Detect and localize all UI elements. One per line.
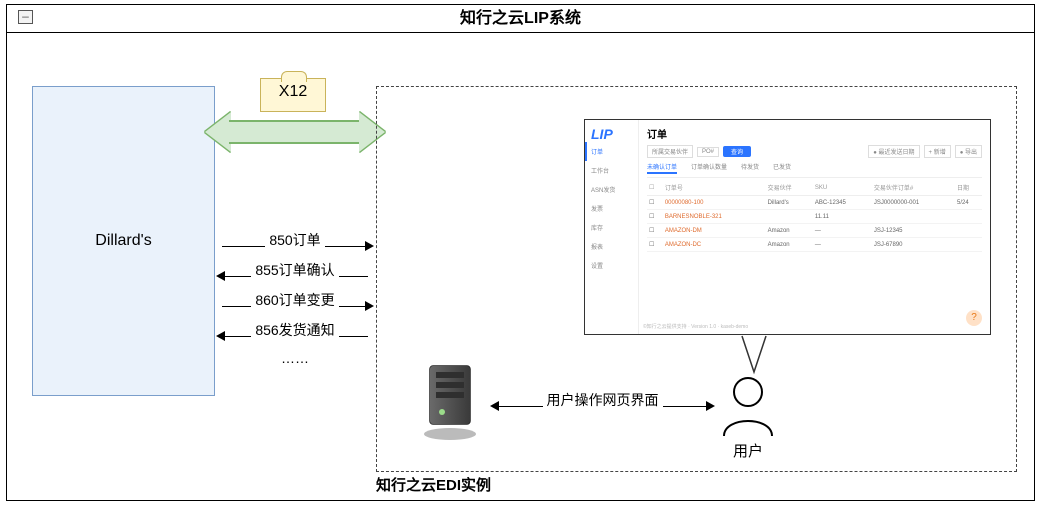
nav-item-3[interactable]: 发票	[585, 199, 638, 218]
search-button[interactable]: 查询	[723, 146, 751, 157]
tab-1[interactable]: 订单确认数量	[691, 162, 727, 174]
export-chip[interactable]: ● 导出	[955, 145, 982, 158]
user-label: 用户	[718, 440, 778, 461]
app-main: 订单 所属交易伙伴 PO# 查询 ● 最近发送日期 + 新增 ● 导出 未确认订…	[639, 120, 990, 334]
flow-856-label: 856发货通知	[251, 322, 338, 338]
nav-item-6[interactable]: 设置	[585, 256, 638, 275]
flow-856: 856发货通知	[216, 328, 374, 346]
tab-0[interactable]: 未确认订单	[647, 162, 677, 174]
orders-table: ☐订单号交易伙伴SKU交易伙伴订单#日期 ☐00000080-100Dillar…	[647, 180, 982, 252]
flow-850: 850订单	[216, 238, 374, 256]
flow-855-label: 855订单确认	[251, 262, 338, 278]
table-row[interactable]: ☐00000080-100Dillard'sABC-12345JSJ000000…	[647, 196, 982, 210]
edi-instance-label: 知行之云EDI实例	[376, 474, 576, 495]
col-header: 交易伙伴订单#	[872, 180, 955, 196]
user-icon	[718, 374, 778, 438]
server-icon	[422, 362, 486, 442]
app-footer-note: ©知行之云提供支持 · Version 1.0 · kaseb-demo	[643, 324, 748, 330]
flow-ellipsis: ……	[216, 350, 374, 366]
col-header: 日期	[955, 180, 982, 196]
nav-item-4[interactable]: 库存	[585, 218, 638, 237]
date-chip[interactable]: ● 最近发送日期	[868, 145, 919, 158]
app-logo: LIP	[585, 126, 638, 142]
partner-box: Dillard's	[32, 86, 215, 396]
server-user-connector: 用户操作网页界面	[490, 398, 715, 416]
col-header: 订单号	[663, 180, 766, 196]
partner-label: Dillard's	[95, 232, 151, 250]
nav-item-0[interactable]: 订单	[585, 142, 638, 161]
lip-app-window: LIP 订单工作台ASN发货发票库存报表设置 订单 所属交易伙伴 PO# 查询 …	[584, 119, 991, 335]
app-page-title: 订单	[647, 126, 982, 141]
tab-3[interactable]: 已发货	[773, 162, 791, 174]
connection-arrow	[205, 112, 385, 152]
diagram-title: 知行之云LIP系统	[7, 5, 1034, 33]
server-user-label: 用户操作网页界面	[543, 392, 663, 408]
x12-tag: X12	[260, 78, 326, 112]
nav-item-2[interactable]: ASN发货	[585, 180, 638, 199]
partner-dropdown[interactable]: 所属交易伙伴	[647, 145, 693, 158]
nav-item-5[interactable]: 报表	[585, 237, 638, 256]
col-header: SKU	[813, 180, 872, 196]
flow-850-label: 850订单	[265, 232, 324, 248]
table-row[interactable]: ☐BARNESNOBLE-32111.11	[647, 210, 982, 224]
nav-item-1[interactable]: 工作台	[585, 161, 638, 180]
col-header: 交易伙伴	[766, 180, 813, 196]
app-tabs: 未确认订单 订单确认数量 待发货 已发货	[647, 162, 982, 178]
table-row[interactable]: ☐AMAZON-DMAmazon—JSJ-12345	[647, 224, 982, 238]
table-row[interactable]: ☐AMAZON-DCAmazon—JSJ-67890	[647, 238, 982, 252]
search-input[interactable]: PO#	[697, 147, 719, 157]
flow-855: 855订单确认	[216, 268, 374, 286]
flow-860-label: 860订单变更	[251, 292, 338, 308]
help-fab[interactable]: ?	[966, 310, 982, 326]
app-toolbar: 所属交易伙伴 PO# 查询 ● 最近发送日期 + 新增 ● 导出	[647, 145, 982, 158]
tab-2[interactable]: 待发货	[741, 162, 759, 174]
add-chip[interactable]: + 新增	[924, 145, 951, 158]
app-sidebar: LIP 订单工作台ASN发货发票库存报表设置	[585, 120, 639, 334]
flow-860: 860订单变更	[216, 298, 374, 316]
